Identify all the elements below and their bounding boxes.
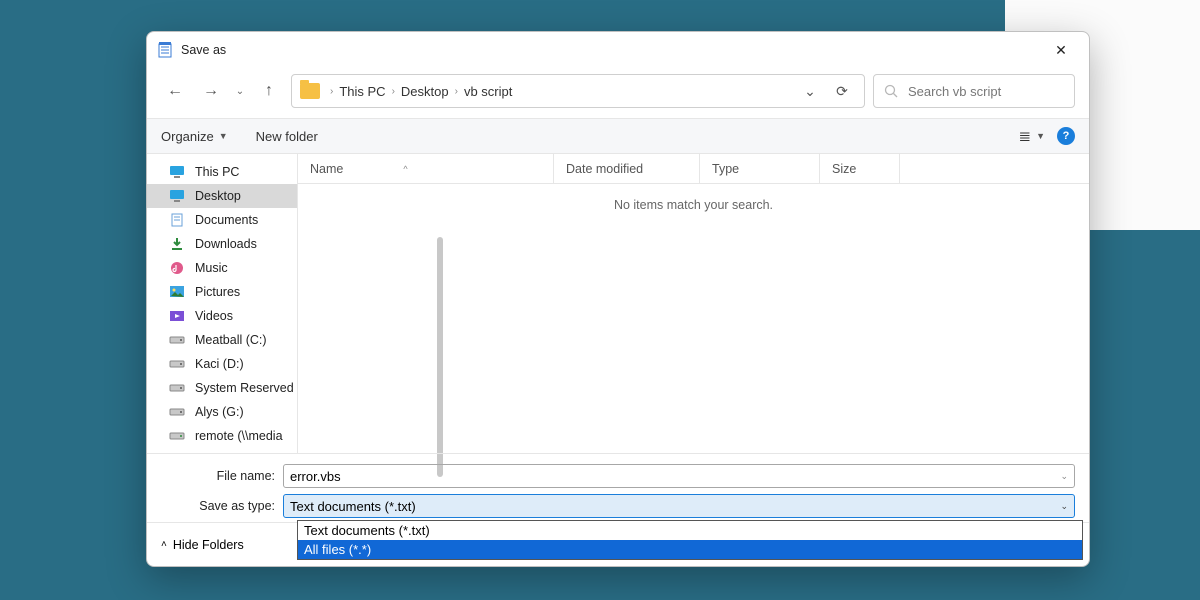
- sidebar-item-kaci-d-[interactable]: Kaci (D:): [147, 352, 297, 376]
- savetype-option[interactable]: All files (*.*): [298, 540, 1082, 559]
- picture-icon: [169, 285, 185, 299]
- sidebar-item-label: Videos: [195, 309, 233, 323]
- sidebar-item-label: Alys (G:): [195, 405, 244, 419]
- close-button[interactable]: ✕: [1043, 36, 1079, 64]
- sidebar-item-label: System Reserved: [195, 381, 294, 395]
- savetype-option[interactable]: Text documents (*.txt): [298, 521, 1082, 540]
- column-date[interactable]: Date modified: [554, 154, 700, 183]
- path-separator: ›: [390, 86, 397, 97]
- organize-label: Organize: [161, 129, 214, 144]
- drive-icon: [169, 381, 185, 395]
- sidebar-item-desktop[interactable]: Desktop: [147, 184, 297, 208]
- monitor-icon: [169, 189, 185, 203]
- caret-icon: ⌄: [1060, 501, 1068, 512]
- nav-bar: ← → ⌄ ↑ › This PC › Desktop › vb script …: [147, 68, 1089, 118]
- sidebar-item-label: Meatball (C:): [195, 333, 267, 347]
- save-as-dialog: Save as ✕ ← → ⌄ ↑ › This PC › Desktop › …: [146, 31, 1090, 567]
- netdrive-icon: [169, 429, 185, 443]
- sidebar-item-alys-g-[interactable]: Alys (G:): [147, 400, 297, 424]
- savetype-select[interactable]: Text documents (*.txt)⌄: [283, 494, 1075, 518]
- back-button[interactable]: ←: [161, 77, 189, 105]
- forward-button[interactable]: →: [197, 77, 225, 105]
- sidebar-item-system-reserved[interactable]: System Reserved: [147, 376, 297, 400]
- column-size[interactable]: Size: [820, 154, 900, 183]
- drive-icon: [169, 357, 185, 371]
- sidebar-item-label: Music: [195, 261, 228, 275]
- sort-icon: ^: [403, 164, 407, 174]
- hide-folders-button[interactable]: ˄ Hide Folders: [161, 538, 244, 552]
- form-area: File name: error.vbs⌄ Save as type: Text…: [147, 453, 1089, 522]
- doc-icon: [169, 213, 185, 227]
- sidebar-item-meatball-c-[interactable]: Meatball (C:): [147, 328, 297, 352]
- column-name[interactable]: Name ^: [298, 154, 554, 183]
- caret-icon: ▼: [219, 131, 228, 141]
- search-icon: [884, 84, 898, 98]
- sidebar-item-music[interactable]: Music: [147, 256, 297, 280]
- path-segment[interactable]: Desktop: [401, 84, 449, 99]
- path-segment[interactable]: This PC: [339, 84, 385, 99]
- caret-icon: ▼: [1036, 131, 1045, 141]
- sidebar-item-label: remote (\\media: [195, 429, 283, 443]
- refresh-icon: ⟳: [836, 83, 848, 100]
- music-icon: [169, 261, 185, 275]
- drive-icon: [169, 333, 185, 347]
- path-segment[interactable]: vb script: [464, 84, 512, 99]
- sidebar-item-label: Desktop: [195, 189, 241, 203]
- sidebar-item-pictures[interactable]: Pictures: [147, 280, 297, 304]
- search-input[interactable]: Search vb script: [873, 74, 1075, 108]
- chevron-up-icon: ˄: [161, 539, 167, 550]
- up-icon: ↑: [265, 82, 273, 100]
- caret-icon: ⌄: [1060, 471, 1068, 482]
- recent-locations-button[interactable]: ⌄: [233, 77, 247, 105]
- download-icon: [169, 237, 185, 251]
- video-icon: [169, 309, 185, 323]
- sidebar-item-label: Pictures: [195, 285, 240, 299]
- sidebar-item-downloads[interactable]: Downloads: [147, 232, 297, 256]
- path-separator: ›: [453, 86, 460, 97]
- sidebar: This PC Desktop Documents Downloads Music Pic…: [147, 154, 297, 453]
- breadcrumb[interactable]: › This PC › Desktop › vb script ⌄ ⟳: [291, 74, 865, 108]
- sidebar-item-label: Kaci (D:): [195, 357, 244, 371]
- sidebar-item-label: Documents: [195, 213, 258, 227]
- organize-button[interactable]: Organize ▼: [161, 129, 228, 144]
- path-chevron-icon[interactable]: ⌄: [796, 83, 824, 100]
- path-separator: ›: [328, 86, 335, 97]
- filename-label: File name:: [161, 469, 283, 483]
- toolbar: Organize ▼ New folder ≣ ▼ ?: [147, 118, 1089, 154]
- forward-icon: →: [203, 82, 219, 100]
- folder-icon: [300, 83, 320, 99]
- column-headers: Name ^ Date modified Type Size: [298, 154, 1089, 184]
- help-icon: ?: [1063, 130, 1070, 142]
- sidebar-item-label: This PC: [195, 165, 239, 179]
- savetype-dropdown: Text documents (*.txt) All files (*.*): [297, 520, 1083, 560]
- scrollbar[interactable]: [437, 237, 443, 477]
- dialog-title: Save as: [181, 43, 1043, 57]
- refresh-button[interactable]: ⟳: [828, 83, 856, 100]
- sidebar-item-this-pc[interactable]: This PC: [147, 160, 297, 184]
- sidebar-item-documents[interactable]: Documents: [147, 208, 297, 232]
- notepad-icon: [157, 42, 173, 58]
- sidebar-item-videos[interactable]: Videos: [147, 304, 297, 328]
- titlebar: Save as ✕: [147, 32, 1089, 68]
- view-button[interactable]: ≣ ▼: [1019, 127, 1046, 145]
- back-icon: ←: [167, 82, 183, 100]
- drive-icon: [169, 405, 185, 419]
- sidebar-item-label: Downloads: [195, 237, 257, 251]
- file-list-area: Name ^ Date modified Type Size No items …: [297, 154, 1089, 453]
- empty-message: No items match your search.: [298, 184, 1089, 226]
- chevron-down-icon: ⌄: [236, 86, 244, 97]
- column-type[interactable]: Type: [700, 154, 820, 183]
- search-placeholder: Search vb script: [908, 84, 1001, 99]
- new-folder-button[interactable]: New folder: [256, 129, 318, 144]
- savetype-label: Save as type:: [161, 499, 283, 513]
- close-icon: ✕: [1055, 42, 1067, 59]
- list-icon: ≣: [1019, 127, 1032, 145]
- sidebar-item-remote-media[interactable]: remote (\\media: [147, 424, 297, 448]
- help-button[interactable]: ?: [1057, 127, 1075, 145]
- filename-input[interactable]: error.vbs⌄: [283, 464, 1075, 488]
- up-button[interactable]: ↑: [255, 77, 283, 105]
- monitor-icon: [169, 165, 185, 179]
